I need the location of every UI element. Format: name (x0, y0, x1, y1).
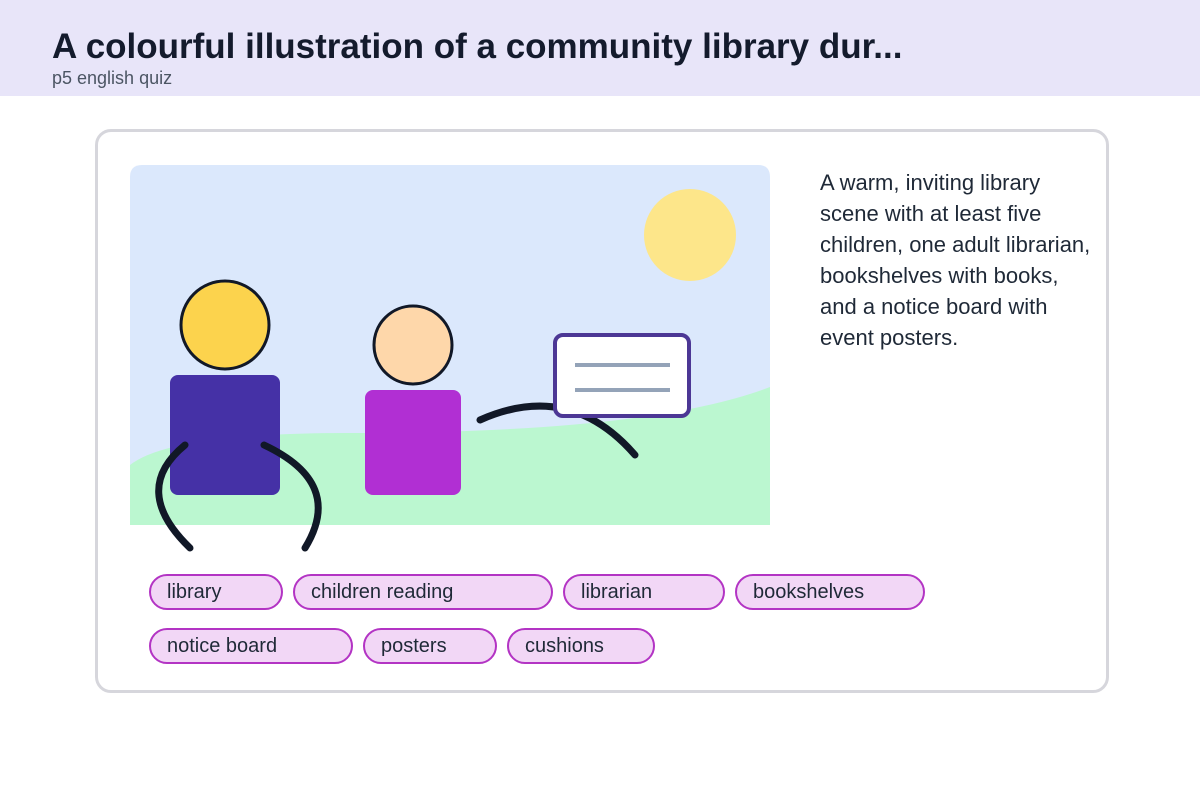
sun (644, 189, 736, 281)
tag-library[interactable]: library (149, 574, 283, 610)
child-body (365, 390, 461, 495)
librarian-head (179, 279, 271, 371)
tag-posters[interactable]: posters (363, 628, 497, 664)
librarian-body (170, 375, 280, 495)
page-subtitle: p5 english quiz (52, 68, 173, 88)
figure-child (365, 304, 461, 495)
tag-librarian[interactable]: librarian (563, 574, 725, 610)
notice-board-frame (553, 333, 691, 418)
tag-bookshelves[interactable]: bookshelves (735, 574, 925, 610)
child-head (372, 304, 454, 386)
notice-board (553, 333, 691, 418)
page-title: A colourful illustration of a community … (52, 27, 903, 66)
tag-cushions[interactable]: cushions (507, 628, 655, 664)
tag-notice-board[interactable]: notice board (149, 628, 353, 664)
library-illustration (130, 165, 770, 552)
scene-description: A warm, inviting library scene with at l… (820, 170, 1091, 350)
page-header: A colourful illustration of a community … (0, 0, 1200, 96)
tag-children-reading[interactable]: children reading (293, 574, 553, 610)
